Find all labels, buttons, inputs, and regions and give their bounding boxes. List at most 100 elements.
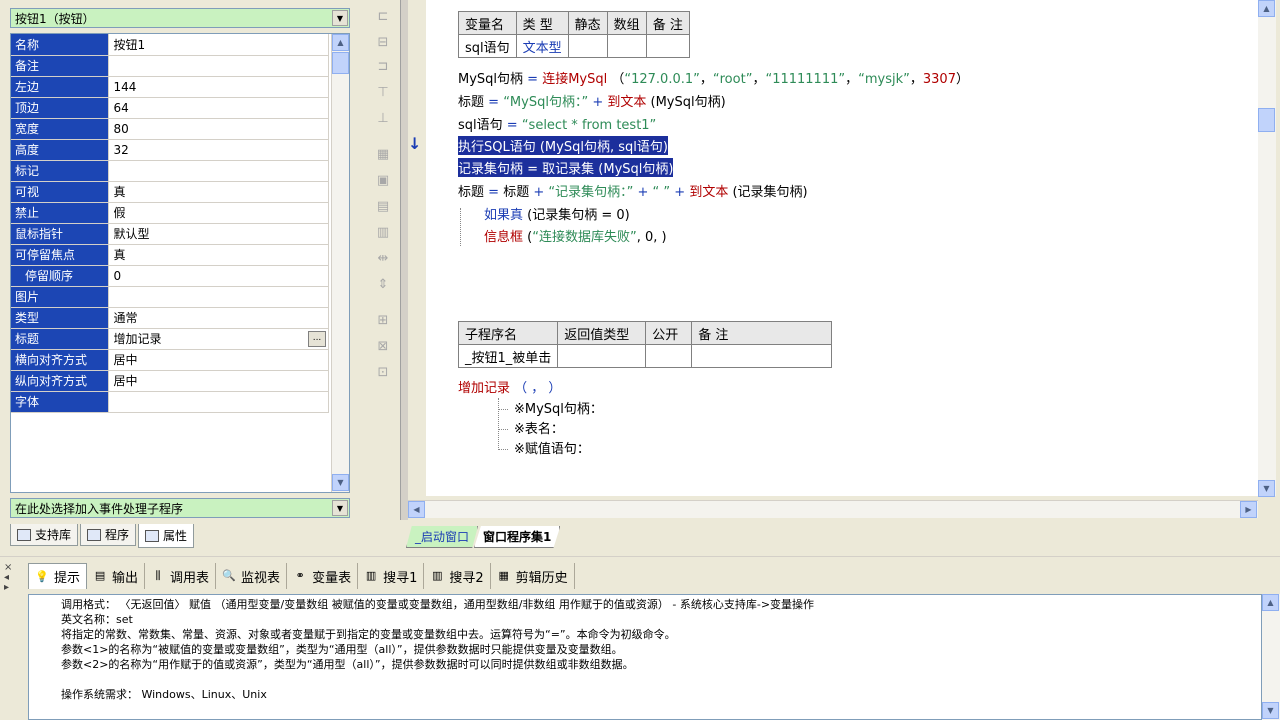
code-editor[interactable]: 变量名 类 型 静态 数组 备 注 sql语句 文本型 MySql句柄 = 连接…: [426, 0, 1258, 496]
scroll-down-icon[interactable]: ▼: [1258, 480, 1275, 497]
property-value[interactable]: 增加记录...: [108, 328, 329, 350]
code-line-7[interactable]: 如果真 (记录集句柄 = 0): [484, 204, 630, 223]
property-value[interactable]: [108, 391, 329, 413]
tab-startup-window[interactable]: _启动窗口: [406, 526, 479, 548]
property-name[interactable]: 宽度: [11, 118, 110, 140]
property-row[interactable]: 标记: [11, 160, 329, 182]
scroll-down-icon[interactable]: ▼: [332, 474, 349, 491]
scroll-right-icon[interactable]: ▶: [1240, 501, 1257, 518]
same-size-icon[interactable]: ▦: [374, 146, 392, 164]
property-name[interactable]: 字体: [11, 391, 110, 413]
property-name[interactable]: 高度: [11, 139, 110, 161]
align-center-icon[interactable]: ⊟: [374, 34, 392, 52]
property-value[interactable]: 64: [108, 97, 329, 119]
tab-properties[interactable]: 属性: [138, 524, 195, 548]
property-value[interactable]: [108, 160, 329, 182]
tab-search1[interactable]: ▥ 搜寻1: [358, 563, 425, 589]
editor-vertical-scrollbar[interactable]: ▲ ▼: [1258, 0, 1276, 497]
tab-hint[interactable]: 💡 提示: [28, 563, 88, 589]
code-line-1[interactable]: MySql句柄 = 连接MySql （“127.0.0.1”，“root”，“1…: [458, 68, 969, 87]
code-line-4-selected[interactable]: 执行SQL语句 (MySql句柄, sql语句): [458, 136, 668, 155]
align-right-icon[interactable]: ⊐: [374, 58, 392, 76]
call-line[interactable]: 增加记录 （ ， ）: [458, 377, 561, 396]
tab-clip-history[interactable]: ▦ 剪辑历史: [491, 563, 575, 589]
property-row[interactable]: 顶边 64: [11, 97, 329, 119]
space-horizontal-icon[interactable]: ▥: [374, 224, 392, 242]
tab-output[interactable]: ▤ 输出: [87, 563, 146, 589]
space-vertical-icon[interactable]: ⇹: [374, 250, 392, 268]
code-line-6[interactable]: 标题 = 标题 + “记录集句柄：” + “ ” + 到文本 (记录集句柄): [458, 181, 808, 200]
var-cell-array[interactable]: [606, 34, 647, 58]
var-cell-name[interactable]: sql语句: [458, 34, 517, 58]
property-row[interactable]: 备注: [11, 55, 329, 77]
property-value[interactable]: 假: [108, 202, 329, 224]
tab-support-library[interactable]: 支持库: [10, 524, 79, 546]
scroll-up-icon[interactable]: ▲: [332, 34, 349, 51]
property-name[interactable]: 可停留焦点: [11, 244, 110, 266]
property-row[interactable]: 名称 按钮1: [11, 34, 329, 56]
property-value[interactable]: 80: [108, 118, 329, 140]
event-selector[interactable]: 在此处选择加入事件处理子程序 ▼: [10, 498, 350, 518]
property-name[interactable]: 图片: [11, 286, 110, 308]
property-value[interactable]: 真: [108, 181, 329, 203]
property-row[interactable]: 类型 通常: [11, 307, 329, 329]
align-left-icon[interactable]: ⊏: [374, 8, 392, 26]
property-name[interactable]: 鼠标指针: [11, 223, 110, 245]
align-bottom-icon[interactable]: ⊥: [374, 110, 392, 128]
property-row[interactable]: 可视真: [11, 181, 329, 203]
scroll-left-icon[interactable]: ◀: [408, 501, 425, 518]
property-name[interactable]: 标题: [11, 328, 110, 350]
property-row[interactable]: 宽度 80: [11, 118, 329, 140]
tab-program[interactable]: 程序: [80, 524, 137, 546]
property-value[interactable]: 32: [108, 139, 329, 161]
sub-cell-note[interactable]: [691, 344, 833, 368]
property-row[interactable]: 标题 增加记录...: [11, 328, 329, 350]
property-row[interactable]: 高度 32: [11, 139, 329, 161]
property-value[interactable]: 0: [108, 265, 329, 287]
property-row[interactable]: 左边 144: [11, 76, 329, 98]
hint-output-area[interactable]: 调用格式： 〈无返回值〉 赋值 （通用型变量/变量数组 被赋值的变量或变量数组，…: [28, 594, 1262, 720]
scroll-down-icon[interactable]: ▼: [1262, 702, 1279, 719]
property-row[interactable]: 图片: [11, 286, 329, 308]
property-name[interactable]: 备注: [11, 55, 110, 77]
object-selector[interactable]: 按钮1（按钮） ▼: [10, 8, 350, 28]
code-line-3[interactable]: sql语句 = “select * from test1”: [458, 114, 656, 133]
property-name[interactable]: 纵向对齐方式: [11, 370, 110, 392]
center-vertical-icon[interactable]: ⊠: [374, 338, 392, 356]
property-row[interactable]: 横向对齐方式 居中: [11, 349, 329, 371]
property-value[interactable]: 按钮1: [108, 34, 329, 56]
property-name[interactable]: 左边: [11, 76, 110, 98]
var-cell-type[interactable]: 文本型: [515, 34, 569, 58]
tab-search2[interactable]: ▥ 搜寻2: [424, 563, 491, 589]
property-row[interactable]: 字体: [11, 391, 329, 413]
property-name[interactable]: 横向对齐方式: [11, 349, 110, 371]
var-cell-note[interactable]: [645, 34, 690, 58]
property-value[interactable]: [108, 286, 329, 308]
scroll-thumb[interactable]: [332, 52, 349, 74]
tab-watch[interactable]: 🔍 监视表: [216, 563, 288, 589]
property-row[interactable]: 鼠标指针 默认型: [11, 223, 329, 245]
scroll-up-icon[interactable]: ▲: [1258, 0, 1275, 17]
output-scrollbar[interactable]: ▲ ▼: [1262, 594, 1280, 720]
property-row[interactable]: 可停留焦点真: [11, 244, 329, 266]
property-value[interactable]: 144: [108, 76, 329, 98]
property-value[interactable]: 居中: [108, 349, 329, 371]
property-name[interactable]: 名称: [11, 34, 110, 56]
var-cell-static[interactable]: [567, 34, 608, 58]
code-line-8[interactable]: 信息框 (“连接数据库失败”, 0, ): [484, 226, 667, 245]
property-value[interactable]: [108, 55, 329, 77]
property-name[interactable]: 禁止: [11, 202, 110, 224]
property-name[interactable]: 停留顺序: [11, 265, 110, 287]
dropdown-arrow-icon[interactable]: ▼: [332, 10, 348, 26]
lock-icon[interactable]: ⊡: [374, 364, 392, 382]
property-row[interactable]: 禁止假: [11, 202, 329, 224]
tab-call-table[interactable]: ⫼ 调用表: [145, 563, 217, 589]
property-name[interactable]: 标记: [11, 160, 110, 182]
property-value[interactable]: 默认型: [108, 223, 329, 245]
sub-cell-return[interactable]: [557, 344, 647, 368]
editor-horizontal-scrollbar[interactable]: ◀ ▶: [408, 500, 1258, 518]
sub-cell-public[interactable]: [645, 344, 693, 368]
panel-splitter[interactable]: [400, 0, 408, 520]
scroll-thumb[interactable]: [1258, 108, 1275, 132]
scroll-up-icon[interactable]: ▲: [1262, 594, 1279, 611]
